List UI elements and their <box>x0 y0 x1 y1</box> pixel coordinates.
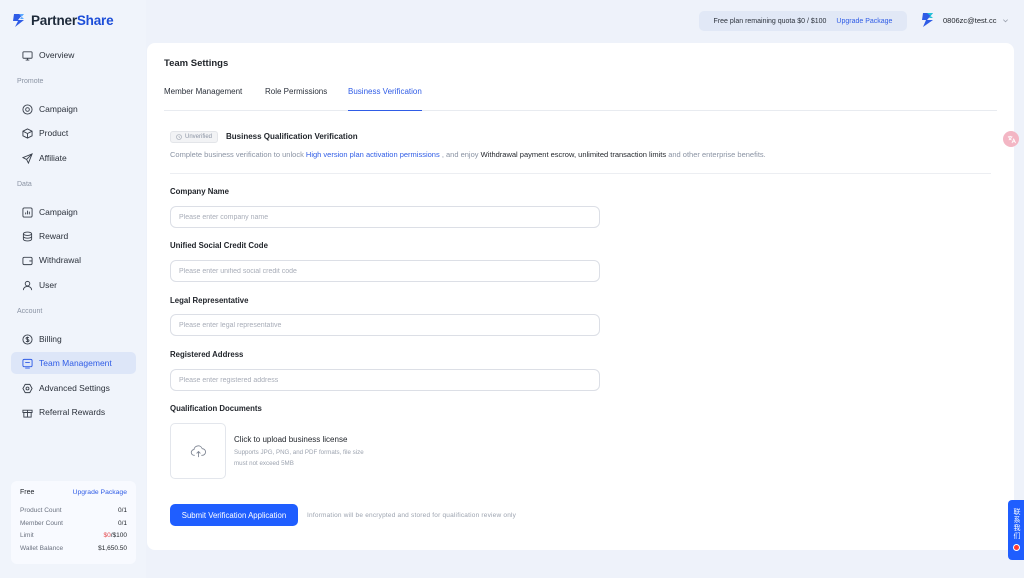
contact-us-tab[interactable]: 联系我们 <box>1008 500 1024 560</box>
sidebar-item-label: Product <box>39 128 69 138</box>
sidebar-item-campaign-promote[interactable]: Campaign <box>11 98 136 120</box>
team-icon <box>22 358 33 369</box>
sidebar-item-user[interactable]: User <box>11 274 136 296</box>
tab-role-permissions[interactable]: Role Permissions <box>265 87 327 111</box>
plan-row-limit: Limit $0/$100 <box>20 530 127 543</box>
quota-banner: Free plan remaining quota $0 / $100 Upgr… <box>699 11 907 31</box>
contact-us-label: 联系我们 <box>1013 508 1020 540</box>
plan-row-wallet: Wallet Balance $1,650.50 <box>20 543 127 556</box>
submit-note: Information will be encrypted and stored… <box>307 512 517 519</box>
sidebar-item-label: User <box>39 280 57 290</box>
user-icon <box>22 280 33 290</box>
translate-icon <box>1007 135 1016 143</box>
chevron-down-icon <box>1003 18 1009 22</box>
brand-logo[interactable]: PartnerShare <box>11 12 114 28</box>
credit-code-input[interactable] <box>170 260 600 282</box>
divider <box>170 173 991 174</box>
sidebar-item-billing[interactable]: Billing <box>11 328 136 350</box>
user-email: 0806zc@test.cc <box>943 15 997 25</box>
plan-row-label: Member Count <box>20 519 63 527</box>
logo-mark-icon <box>13 14 24 27</box>
database-icon <box>22 231 33 241</box>
verification-intro: Complete business verification to unlock… <box>170 150 766 159</box>
send-icon <box>22 152 33 164</box>
brand-name: PartnerShare <box>31 12 114 28</box>
sidebar-item-label: Affiliate <box>39 153 67 163</box>
sidebar: PartnerShare Overview Promote Campaign P… <box>0 0 146 578</box>
section-account: Account <box>17 308 43 315</box>
dollar-icon <box>22 333 33 345</box>
main-panel: Team Settings Member Management Role Per… <box>147 43 1014 550</box>
tab-business-verification[interactable]: Business Verification <box>348 87 422 111</box>
registered-address-label: Registered Address <box>170 350 244 359</box>
sidebar-item-label: Reward <box>39 231 69 241</box>
permissions-link[interactable]: High version plan activation permissions <box>306 150 440 159</box>
plan-row-label: Wallet Balance <box>20 544 64 552</box>
sidebar-item-label: Overview <box>39 50 75 60</box>
user-menu[interactable]: 0806zc@test.cc <box>919 11 1009 29</box>
sidebar-item-label: Campaign <box>39 207 78 217</box>
chart-icon <box>22 206 33 218</box>
plan-row-member: Member Count 0/1 <box>20 518 127 531</box>
plan-row-value: 0/1 <box>117 507 127 514</box>
clock-icon <box>176 134 182 140</box>
tab-bar: Member Management Role Permissions Busin… <box>164 87 997 111</box>
sidebar-item-campaign-data[interactable]: Campaign <box>11 201 136 223</box>
sidebar-item-label: Campaign <box>39 104 78 114</box>
sidebar-item-referral-rewards[interactable]: Referral Rewards <box>11 401 136 423</box>
verification-title: Business Qualification Verification <box>226 132 358 141</box>
gift-icon <box>22 409 33 418</box>
credit-code-label: Unified Social Credit Code <box>170 241 268 250</box>
sidebar-item-overview[interactable]: Overview <box>11 44 136 66</box>
upload-dropzone[interactable] <box>170 423 226 479</box>
plan-row-value: 0/1 <box>117 519 127 527</box>
section-promote: Promote <box>17 78 44 85</box>
sidebar-item-label: Advanced Settings <box>39 383 110 393</box>
section-data: Data <box>17 181 32 188</box>
legal-rep-input[interactable] <box>170 314 600 336</box>
avatar <box>922 13 933 27</box>
sidebar-item-label: Team Management <box>39 358 112 368</box>
target-icon <box>22 103 33 115</box>
sidebar-item-team-management[interactable]: Team Management <box>11 352 136 374</box>
monitor-icon <box>22 50 33 61</box>
documents-label: Qualification Documents <box>170 404 262 413</box>
company-name-label: Company Name <box>170 187 229 196</box>
plan-row-product: Product Count 0/1 <box>20 505 127 518</box>
translate-button[interactable] <box>1003 131 1019 147</box>
notification-dot <box>1012 544 1020 551</box>
registered-address-input[interactable] <box>170 369 600 391</box>
sidebar-item-affiliate[interactable]: Affiliate <box>11 147 136 169</box>
sidebar-item-reward[interactable]: Reward <box>11 225 136 247</box>
tab-member-management[interactable]: Member Management <box>164 87 242 111</box>
sidebar-item-product[interactable]: Product <box>11 122 136 144</box>
sidebar-item-label: Referral Rewards <box>39 407 106 417</box>
settings-icon <box>22 383 33 393</box>
sidebar-item-withdrawal[interactable]: Withdrawal <box>11 249 136 271</box>
plan-name: Free <box>20 489 35 496</box>
plan-row-label: Limit <box>20 532 34 539</box>
topbar-upgrade-link[interactable]: Upgrade Package <box>836 18 892 25</box>
company-name-input[interactable] <box>170 206 600 228</box>
page-title: Team Settings <box>164 58 229 69</box>
plan-row-label: Product Count <box>20 507 62 514</box>
status-badge-label: Unverified <box>185 134 213 140</box>
upload-title[interactable]: Click to upload business license <box>234 435 347 444</box>
sidebar-item-advanced-settings[interactable]: Advanced Settings <box>11 377 136 399</box>
sidebar-item-label: Withdrawal <box>39 255 82 265</box>
plan-row-value: $0/$100 <box>103 532 127 539</box>
box-icon <box>22 127 33 139</box>
wallet-icon <box>22 256 33 265</box>
plan-row-value: $1,650.50 <box>98 544 127 552</box>
cloud-upload-icon <box>190 444 206 457</box>
sidebar-item-label: Billing <box>39 334 62 344</box>
quota-text: Free plan remaining quota $0 / $100 <box>713 17 827 25</box>
sidebar-upgrade-link[interactable]: Upgrade Package <box>73 489 127 496</box>
submit-verification-button[interactable]: Submit Verification Application <box>170 504 298 526</box>
status-badge: Unverified <box>170 131 219 143</box>
legal-rep-label: Legal Representative <box>170 296 249 305</box>
upload-hint: Supports JPG, PNG, and PDF formats, file… <box>234 449 364 467</box>
plan-card: Free Upgrade Package Product Count 0/1 M… <box>11 481 136 564</box>
